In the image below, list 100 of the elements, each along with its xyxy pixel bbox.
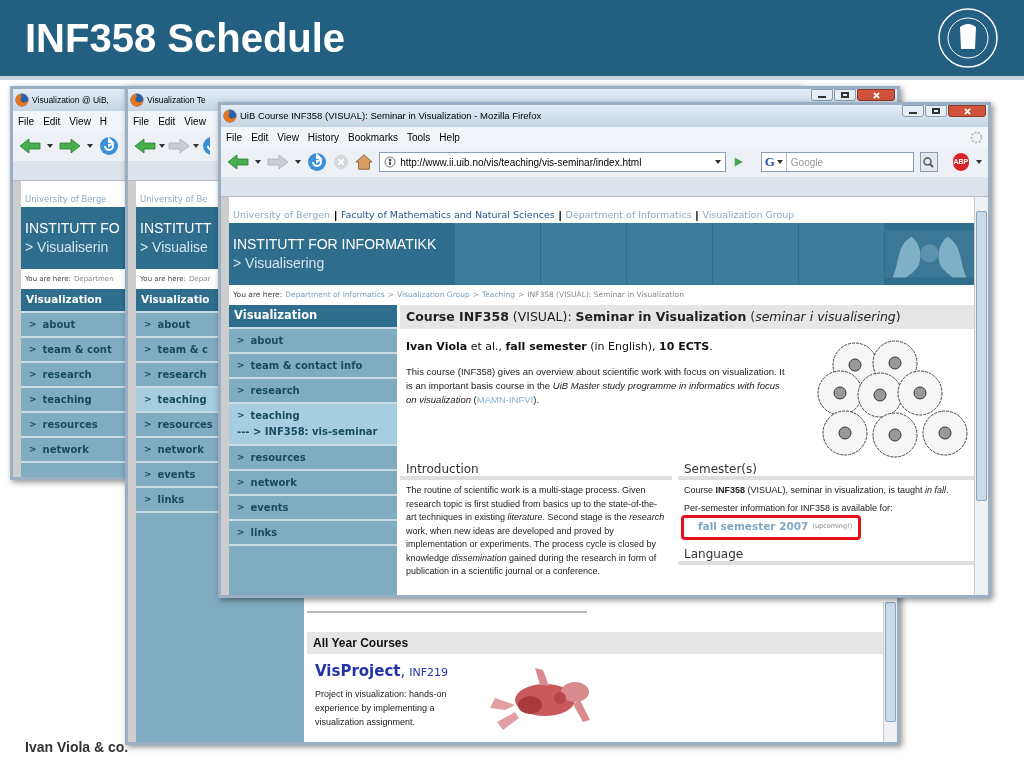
nav-marker: > xyxy=(237,383,245,397)
search-field[interactable]: G Google xyxy=(760,152,914,172)
banner-title: INSTITUTT FO xyxy=(25,219,120,238)
menu-item[interactable]: View xyxy=(277,129,299,145)
caret-icon[interactable] xyxy=(193,144,199,148)
nav-label: events xyxy=(250,501,289,515)
go-icon[interactable] xyxy=(732,155,745,169)
caret-icon[interactable] xyxy=(976,160,982,164)
menu-item[interactable]: File xyxy=(226,129,243,145)
minimize-button[interactable] xyxy=(902,105,924,117)
forward-icon[interactable] xyxy=(59,138,81,154)
close-icon xyxy=(872,91,880,99)
menu-item[interactable]: Edit xyxy=(43,113,61,129)
home-icon[interactable] xyxy=(355,153,374,171)
window-title: Visualization @ UiB, xyxy=(32,93,109,107)
nav-label: teaching xyxy=(250,409,300,423)
semester-link[interactable]: fall semester 2007 xyxy=(698,519,809,535)
nav-marker: > xyxy=(29,442,37,456)
caret-icon[interactable] xyxy=(47,144,53,148)
banner-title: INSTITUTT FOR INFORMATIKK xyxy=(233,235,437,254)
nav-label: teaching xyxy=(42,393,92,407)
nav-marker: > xyxy=(29,367,37,381)
course-byline: Ivan Viola et al., fall semester (in English), 10 ECTS. xyxy=(406,339,714,355)
course-description: This course (INF358) gives an overview about scientific work with focus on visualization. It is an important basis course in the UiB Master study programme in informatics with focus on visualization (MAMN-INFVI). xyxy=(406,364,786,407)
back-icon[interactable] xyxy=(227,154,249,170)
course-code-link[interactable]: INF219 xyxy=(409,665,449,682)
scrollbar[interactable] xyxy=(883,602,897,742)
menu-item[interactable]: Tools xyxy=(407,129,431,145)
search-button[interactable] xyxy=(919,152,938,172)
banner-subtitle: > Visualiserin xyxy=(25,238,109,257)
menu-item[interactable]: File xyxy=(18,113,35,129)
sidebar-title: Visualizatio xyxy=(141,292,210,308)
close-icon xyxy=(963,107,971,115)
section-heading: All Year Courses xyxy=(307,632,883,654)
menu-item[interactable]: Help xyxy=(439,129,460,145)
nav-label: network xyxy=(157,443,204,457)
maximize-button[interactable] xyxy=(925,105,947,117)
nav-label: resources xyxy=(157,418,213,432)
menu-item[interactable]: Bookmarks xyxy=(348,129,398,145)
browser-logo-icon xyxy=(15,93,29,107)
site-link[interactable]: University of Bergen xyxy=(233,207,331,223)
nav-marker: > xyxy=(144,317,152,331)
close-button[interactable] xyxy=(948,105,986,117)
nav-label: research xyxy=(157,368,207,382)
minimize-button[interactable] xyxy=(811,89,833,101)
caret-icon[interactable] xyxy=(87,144,93,148)
section-heading: Language xyxy=(678,544,974,565)
menu-item[interactable]: View xyxy=(69,113,91,129)
link-separator: | xyxy=(558,208,562,223)
nav-marker: > xyxy=(29,317,37,331)
menu-item[interactable]: Edit xyxy=(158,113,176,129)
nav-label: resources xyxy=(250,451,306,465)
site-link[interactable]: University of Berge xyxy=(25,192,107,206)
sidebar-title: Visualization xyxy=(26,292,103,308)
search-engine-button[interactable]: G xyxy=(761,153,787,171)
scrollbar[interactable] xyxy=(974,197,988,595)
nav-label: teaching xyxy=(157,393,207,407)
seal-icon xyxy=(937,7,999,69)
search-icon xyxy=(923,156,935,168)
caret-icon[interactable] xyxy=(159,144,165,148)
url-text: http://www.ii.uib.no/vis/teaching/vis-seminar/index.html xyxy=(400,155,643,170)
site-link[interactable]: Department of Informatics xyxy=(565,207,692,223)
section-heading: Introduction xyxy=(400,460,672,480)
section-text: The routine of scientific work is a multi-stage process. Given research topic is first studied from basics up to the state-of-the-art techniques in existing literature. Second stage is the research work, when new ideas are developed and proved by implementation or experiments. The process cycle is closed by knowledge dissemination gained during the research in form of publication in a scientific journal or a conference. xyxy=(405,484,666,578)
menu-item[interactable]: Edit xyxy=(251,129,269,145)
nav-label: about xyxy=(157,318,191,332)
nav-marker: > xyxy=(237,525,245,539)
maximize-button[interactable] xyxy=(834,89,856,101)
nav-marker: > xyxy=(144,467,152,481)
menu-item[interactable]: History xyxy=(307,129,339,145)
site-link[interactable]: University of Be xyxy=(140,192,208,206)
nav-label: resources xyxy=(42,418,98,432)
close-button[interactable] xyxy=(857,89,895,101)
nav-item[interactable]: > teaching xyxy=(136,388,218,413)
reload-icon[interactable] xyxy=(99,136,119,156)
nav-marker: > xyxy=(237,333,245,347)
address-field[interactable]: http://www.ii.uib.no/vis/teaching/vis-seminar/index.html xyxy=(379,152,727,172)
menu-item[interactable]: View xyxy=(184,113,206,129)
nav-item[interactable]: > teaching --- > INF358: vis-seminar xyxy=(229,404,397,446)
nav-label: team & c xyxy=(157,343,208,357)
nav-label: events xyxy=(157,468,196,482)
nav-marker: > xyxy=(237,500,245,514)
back-icon[interactable] xyxy=(19,138,41,154)
course-text: Project in visualization: hands-on experience by implementing a visualization assignment. xyxy=(315,687,448,729)
menu-item[interactable]: H xyxy=(99,113,108,129)
nav-marker: > xyxy=(144,417,152,431)
slide-title: INF358 Schedule xyxy=(25,15,346,62)
banner-subtitle: > Visualise xyxy=(140,238,208,257)
reload-icon[interactable] xyxy=(307,152,327,172)
slide-footer: Ivan Viola & co. xyxy=(25,737,129,758)
scrollbar-thumb[interactable] xyxy=(976,211,987,501)
scrollbar-thumb[interactable] xyxy=(885,602,896,722)
menu-item[interactable]: File xyxy=(133,113,150,129)
course-link[interactable]: VisProject xyxy=(315,660,401,683)
nav-marker: > xyxy=(29,417,37,431)
site-link[interactable]: Visualization Group xyxy=(702,207,795,223)
window-title: Visualization Te xyxy=(147,93,206,107)
site-link[interactable]: Faculty of Mathematics and Natural Sciences xyxy=(340,207,555,223)
browser-logo-icon xyxy=(130,93,144,107)
nav-marker: > xyxy=(144,392,152,406)
